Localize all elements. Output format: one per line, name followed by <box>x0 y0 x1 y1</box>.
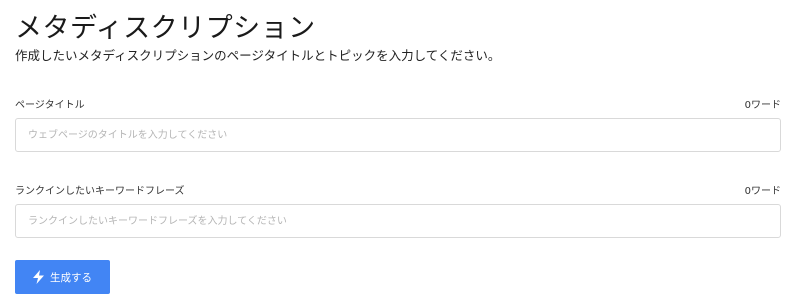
keyword-input[interactable] <box>15 204 781 238</box>
page-title-word-count: 0ワード <box>744 100 781 111</box>
generate-button[interactable]: 生成する <box>15 260 110 294</box>
generate-button-label: 生成する <box>50 271 92 284</box>
meta-description-form: メタディスクリプション 作成したいメタディスクリプションのページタイトルとトピッ… <box>0 0 800 305</box>
keyword-word-count: 0ワード <box>744 186 781 197</box>
lightning-icon <box>33 270 44 284</box>
page-title-field-label: ページタイトル <box>15 100 85 111</box>
keyword-field-label: ランクインしたいキーワードフレーズ <box>15 186 185 197</box>
page-title: メタディスクリプション <box>15 13 316 44</box>
page-title-input[interactable] <box>15 118 781 152</box>
page-subtitle: 作成したいメタディスクリプションのページタイトルとトピックを入力してください。 <box>15 48 501 63</box>
